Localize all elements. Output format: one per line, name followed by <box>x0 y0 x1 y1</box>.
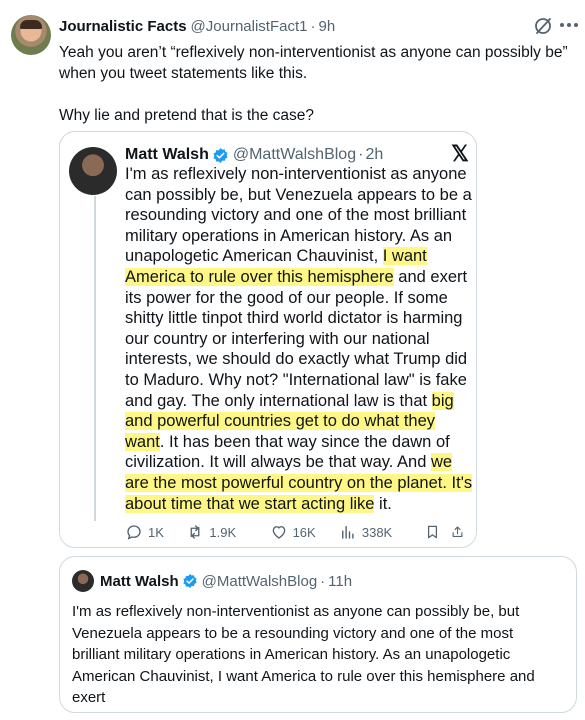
screenshot-text-line: and gay. The only international law is t… <box>125 391 475 412</box>
grok-icon[interactable] <box>533 16 553 36</box>
screenshot-author-name: Matt Walsh <box>125 146 209 163</box>
text-segment: to Maduro. Why not? "International law" … <box>125 370 467 389</box>
views-count: 338K <box>361 524 393 540</box>
tweet[interactable]: Journalistic Facts @JournalistFact1 · 9h… <box>0 0 585 720</box>
verified-badge-icon <box>213 147 228 163</box>
text-segment: can possibly be, but Venezuela appears t… <box>125 185 472 204</box>
quote-text: I'm as reflexively non-interventionist a… <box>72 601 568 709</box>
screenshot-action-bar: 1K 1.9K 16K 338K <box>125 521 470 543</box>
tweet-text: Yeah you aren’t “reflexively non-interve… <box>59 42 574 126</box>
text-segment: civilization. It will always be that way… <box>125 453 431 472</box>
quoted-tweet[interactable]: Matt Walsh @MattWalshBlog · 11h I'm as r… <box>59 556 577 713</box>
text-segment: resounding victory and one of the most b… <box>125 206 467 225</box>
highlighted-text: and powerful countries get to do what th… <box>125 412 436 431</box>
screenshot-text-line: and powerful countries get to do what th… <box>125 411 475 432</box>
author-avatar[interactable] <box>11 15 51 55</box>
screenshot-tweet-header: Matt Walsh @MattWalshBlog · 2h <box>125 144 383 166</box>
screenshot-author-avatar <box>69 147 117 195</box>
reply-count: 1K <box>148 524 164 540</box>
highlighted-text: want <box>125 432 160 451</box>
text-segment: it. <box>374 494 392 513</box>
screenshot-tweet-text: I'm as reflexively non-interventionist a… <box>125 164 475 514</box>
screenshot-tweet-time: 2h <box>365 146 384 163</box>
text-segment: and exert <box>393 267 468 286</box>
like-count: 16K <box>292 524 316 540</box>
highlighted-text: about time that we start acting like <box>125 494 375 513</box>
tweet-time[interactable]: 9h <box>319 18 336 35</box>
screenshot-text-line: America to rule over this hemisphere and… <box>125 267 475 288</box>
views-stat: 338K <box>339 523 424 541</box>
like-stat: 16K <box>270 523 339 541</box>
screenshot-text-line: want. It has been that way since the daw… <box>125 432 475 453</box>
quote-text-line: brilliant military operations in America… <box>72 646 511 663</box>
screenshot-text-line: shitty little tinpot third world dictato… <box>125 308 475 329</box>
text-segment: and gay. The only international law is t… <box>125 391 432 410</box>
separator-dot: · <box>310 17 316 35</box>
screenshot-text-line: our country or interfering with our nati… <box>125 329 475 350</box>
screenshot-text-line: are the most powerful country on the pla… <box>125 473 475 494</box>
text-segment: unapologetic American Chauvinist, <box>125 247 383 266</box>
highlighted-text: are the most powerful country on the pla… <box>125 473 473 492</box>
screenshot-text-line: its power for the good of our people. If… <box>125 288 475 309</box>
text-segment: shitty little tinpot third world dictato… <box>125 309 463 328</box>
quote-text-line: I'm as reflexively non-interventionist a… <box>72 603 520 620</box>
repost-stat: 1.9K <box>186 523 269 541</box>
reply-icon <box>127 525 141 540</box>
author-handle[interactable]: @JournalistFact1 <box>191 18 308 35</box>
repost-icon <box>190 525 200 539</box>
heart-icon <box>272 526 285 539</box>
screenshot-text-line: I'm as reflexively non-interventionist a… <box>125 164 475 185</box>
text-segment: interests, we should do exactly what Tru… <box>125 350 468 369</box>
separator-dot: · <box>358 146 364 163</box>
screenshot-text-line: resounding victory and one of the most b… <box>125 205 475 226</box>
views-icon <box>341 526 354 539</box>
tweet-text-line: Yeah you aren’t “reflexively non-interve… <box>59 44 568 61</box>
highlighted-text: big <box>431 391 454 410</box>
screenshot-text-line: civilization. It will always be that way… <box>125 452 475 473</box>
quote-author-name: Matt Walsh <box>100 572 179 590</box>
screenshot-text-line: about time that we start acting like it. <box>125 494 475 515</box>
tweet-header: Journalistic Facts @JournalistFact1 · 9h <box>59 16 335 36</box>
screenshot-text-line: interests, we should do exactly what Tru… <box>125 349 475 370</box>
verified-badge-icon <box>183 574 197 588</box>
quote-text-line: American Chauvinist, I want America to r… <box>72 667 535 685</box>
share-icon <box>450 523 470 541</box>
separator-dot: · <box>320 572 326 590</box>
quote-time: 11h <box>328 572 353 590</box>
highlighted-text: we <box>431 453 453 472</box>
bookmark-icon <box>424 523 446 541</box>
quote-author-handle: @MattWalshBlog <box>201 572 318 590</box>
screenshot-text-line: to Maduro. Why not? "International law" … <box>125 370 475 391</box>
text-segment: . It has been that way since the dawn of <box>159 432 450 451</box>
screenshot-author-handle: @MattWalshBlog <box>232 146 357 163</box>
x-logo-icon: 𝕏 <box>451 141 469 166</box>
quote-text-line: exert <box>72 689 106 706</box>
attached-screenshot-image[interactable]: Matt Walsh @MattWalshBlog · 2h 𝕏 I'm as … <box>59 131 477 548</box>
highlighted-text: America to rule over this hemisphere <box>125 267 394 286</box>
text-segment: its power for the good of our people. If… <box>125 288 448 307</box>
text-segment: military operations in American history.… <box>125 226 453 245</box>
tweet-text-line: Why lie and pretend that is the case? <box>59 107 315 124</box>
repost-count: 1.9K <box>209 524 237 540</box>
text-segment: our country or interfering with our nati… <box>125 329 430 348</box>
screenshot-text-line: military operations in American history.… <box>125 226 475 247</box>
screenshot-text-line: can possibly be, but Venezuela appears t… <box>125 185 475 206</box>
reply-stat: 1K <box>125 523 186 541</box>
author-name[interactable]: Journalistic Facts <box>59 18 187 35</box>
text-segment: I'm as reflexively non-interventionist a… <box>125 165 467 183</box>
quote-header: Matt Walsh @MattWalshBlog · 11h <box>100 570 352 592</box>
quote-author-avatar <box>72 570 94 592</box>
quote-text-line: Venezuela appears to be a resounding vic… <box>72 624 514 642</box>
highlighted-text: I want <box>382 247 427 266</box>
more-options-icon[interactable] <box>560 20 578 30</box>
tweet-text-line: when you tweet statements like this. <box>59 65 308 82</box>
thread-line <box>94 196 96 521</box>
screenshot-text-line: unapologetic American Chauvinist, I want <box>125 246 475 267</box>
